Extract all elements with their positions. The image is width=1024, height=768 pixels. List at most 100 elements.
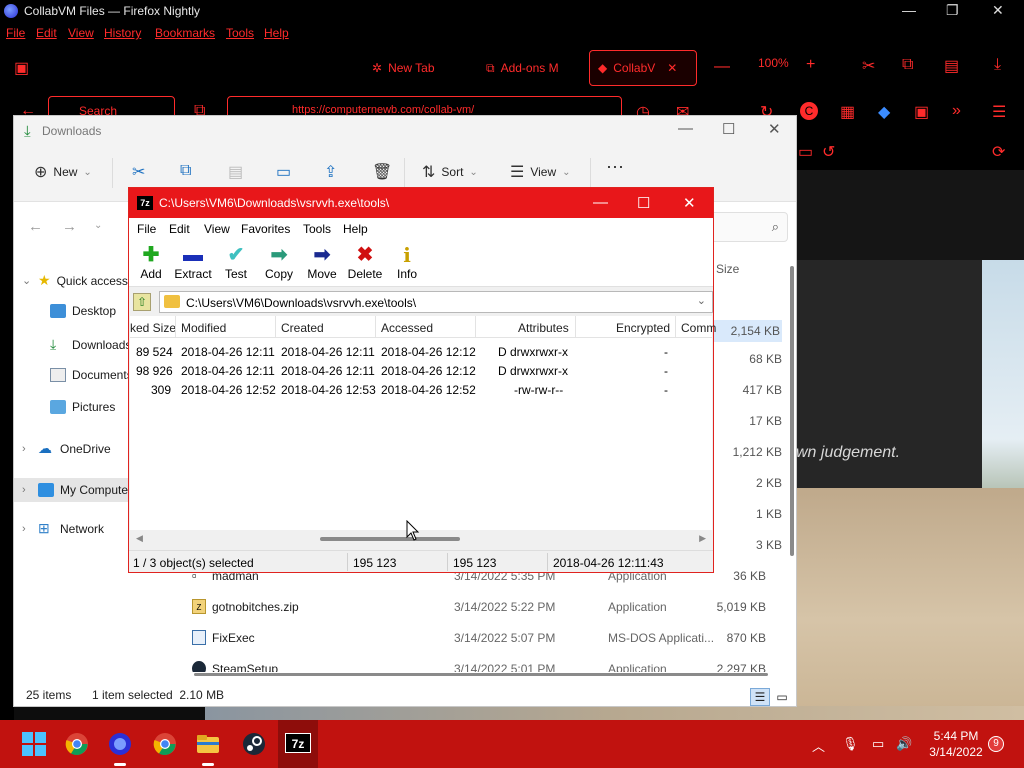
hamburger-menu-icon[interactable]: ☰ <box>992 102 1006 122</box>
nav-downloads[interactable]: ⤓ Downloads <box>50 336 131 353</box>
nav-network[interactable]: › ⊞ Network <box>22 520 104 537</box>
tab-addons[interactable]: ⧉ Add-ons M <box>478 50 567 86</box>
nav-desktop[interactable]: Desktop <box>50 304 116 318</box>
cut-icon[interactable]: ✂ <box>862 56 875 76</box>
system-clock[interactable]: 5:44 PM 3/14/2022 <box>918 728 994 760</box>
menu-tools[interactable]: Tools <box>303 222 331 236</box>
add-button[interactable]: ✚ Add <box>129 243 173 281</box>
chevron-up-icon[interactable]: ︿ <box>812 736 825 755</box>
close-icon[interactable]: ✕ <box>992 2 1004 19</box>
copy-button[interactable]: ➡ Copy <box>257 243 301 281</box>
up-folder-icon[interactable]: ⇧ <box>133 293 151 311</box>
close-icon[interactable]: ✕ <box>683 194 696 212</box>
recent-locations-icon[interactable]: ⌄ <box>94 220 102 231</box>
window-icon[interactable]: ▭ <box>798 142 813 162</box>
nav-documents[interactable]: Documents <box>50 368 133 382</box>
sort-button[interactable]: ⇅ Sort ⌄ <box>422 162 478 182</box>
microphone-icon[interactable]: 🎙 <box>842 736 859 752</box>
minimize-icon[interactable]: — <box>902 2 916 18</box>
paste-icon[interactable]: ▤ <box>944 56 959 76</box>
menu-view[interactable]: View <box>204 222 230 236</box>
share-button[interactable]: ⇪ <box>324 162 337 182</box>
restore-icon[interactable]: ❐ <box>946 2 959 19</box>
notification-badge[interactable]: 9 <box>988 736 1004 752</box>
menu-tools[interactable]: Tools <box>226 26 254 40</box>
column-header-encrypted[interactable]: Encrypted <box>616 321 670 335</box>
new-button[interactable]: ⊕ New ⌄ <box>34 162 92 182</box>
list-item[interactable]: FixExec 3/14/2022 5:07 PM MS-DOS Applica… <box>192 627 782 649</box>
column-header-created[interactable]: Created <box>281 321 324 335</box>
nav-pictures[interactable]: Pictures <box>50 400 115 414</box>
7zip-taskbar-button[interactable]: 7z <box>278 720 318 768</box>
minimize-icon[interactable]: — <box>678 120 693 137</box>
tiles-view-icon[interactable]: ▭ <box>772 688 792 706</box>
table-row[interactable]: 89 524 2018-04-26 12:11 2018-04-26 12:11… <box>130 342 712 361</box>
download-icon[interactable]: ⤓ <box>994 56 1001 74</box>
path-combobox[interactable]: C:\Users\VM6\Downloads\vsrvvh.exe\tools\… <box>159 291 713 313</box>
forward-icon[interactable]: → <box>62 218 77 235</box>
column-header-modified[interactable]: Modified <box>181 321 226 335</box>
nav-quick-access[interactable]: ⌄ ★ Quick access <box>22 272 128 289</box>
zoom-in-icon[interactable]: + <box>806 56 815 74</box>
scroll-right-icon[interactable]: ▶ <box>699 533 706 544</box>
view-button[interactable]: ☰ View ⌄ <box>510 162 571 182</box>
menu-edit[interactable]: Edit <box>36 26 57 40</box>
network-status-icon[interactable]: ▭ <box>872 736 884 752</box>
gem-icon[interactable]: ◆ <box>878 102 890 122</box>
list-item[interactable]: Z gotnobitches.zip 3/14/2022 5:22 PM App… <box>192 596 782 618</box>
sync-icon[interactable]: ⟳ <box>992 142 1005 162</box>
menu-file[interactable]: File <box>137 222 156 236</box>
column-header-comment[interactable]: Comm <box>681 321 716 335</box>
menu-view[interactable]: View <box>68 26 94 40</box>
steam-icon[interactable] <box>240 730 268 758</box>
menu-favorites[interactable]: Favorites <box>241 222 290 236</box>
delete-button[interactable]: 🗑 <box>372 162 392 182</box>
horizontal-scrollbar[interactable] <box>194 673 768 676</box>
list-item[interactable]: SteamSetup 3/14/2022 5:01 PM Application… <box>192 658 782 672</box>
column-header-accessed[interactable]: Accessed <box>381 321 433 335</box>
test-button[interactable]: ✔ Test <box>214 243 258 281</box>
paste-button[interactable]: ▤ <box>228 162 243 182</box>
maximize-icon[interactable]: ☐ <box>637 194 650 212</box>
vertical-scrollbar[interactable] <box>790 266 794 556</box>
search-box[interactable]: ⌕ <box>704 212 788 242</box>
maximize-icon[interactable]: ☐ <box>722 120 735 138</box>
move-button[interactable]: ➡ Move <box>300 243 344 281</box>
menu-history[interactable]: History <box>104 26 141 40</box>
volume-icon[interactable]: 🔊 <box>896 736 912 752</box>
tab-new-tab[interactable]: ✲ New Tab <box>364 50 443 86</box>
column-header-packed-size[interactable]: ked Size <box>130 321 176 335</box>
folder-icon[interactable]: ▣ <box>14 58 29 78</box>
table-row[interactable]: 309 2018-04-26 12:52 2018-04-26 12:53 20… <box>130 380 712 399</box>
column-header-size[interactable]: Size <box>716 262 739 276</box>
start-icon[interactable] <box>20 730 48 758</box>
close-icon[interactable]: ✕ <box>768 120 781 138</box>
menu-edit[interactable]: Edit <box>169 222 190 236</box>
delete-button[interactable]: ✖ Delete <box>343 243 387 281</box>
scroll-thumb[interactable] <box>320 537 460 541</box>
more-tools-icon[interactable]: » <box>952 102 961 120</box>
tab-close-icon[interactable]: ✕ <box>667 61 677 75</box>
extract-button[interactable]: ▬ Extract <box>171 243 215 281</box>
calendar-icon[interactable]: ▦ <box>840 102 855 122</box>
chrome-icon[interactable] <box>151 730 179 758</box>
minimize-icon[interactable]: — <box>593 194 608 211</box>
history-icon[interactable]: ↺ <box>822 142 835 162</box>
file-explorer-icon[interactable] <box>194 730 222 766</box>
horizontal-scrollbar[interactable]: ◀ ▶ <box>130 530 712 547</box>
chevron-down-icon[interactable]: ⌄ <box>697 294 706 307</box>
save-icon[interactable]: ▣ <box>914 102 929 122</box>
scroll-left-icon[interactable]: ◀ <box>136 533 143 544</box>
menu-help[interactable]: Help <box>264 26 289 40</box>
back-icon[interactable]: ← <box>28 218 43 235</box>
rename-button[interactable]: ▭ <box>276 162 291 182</box>
copy-button[interactable]: ⧉ <box>180 162 191 180</box>
menu-file[interactable]: File <box>6 26 25 40</box>
c-extension-icon[interactable]: C <box>800 102 818 120</box>
tab-collabvm[interactable]: ◆ CollabV ✕ <box>589 50 697 86</box>
table-row[interactable]: 98 926 2018-04-26 12:11 2018-04-26 12:11… <box>130 361 712 380</box>
nav-onedrive[interactable]: › ☁ OneDrive <box>22 440 111 457</box>
cut-button[interactable]: ✂ <box>132 162 145 182</box>
menu-bookmarks[interactable]: Bookmarks <box>155 26 215 40</box>
copy-icon[interactable]: ⧉ <box>902 56 913 74</box>
